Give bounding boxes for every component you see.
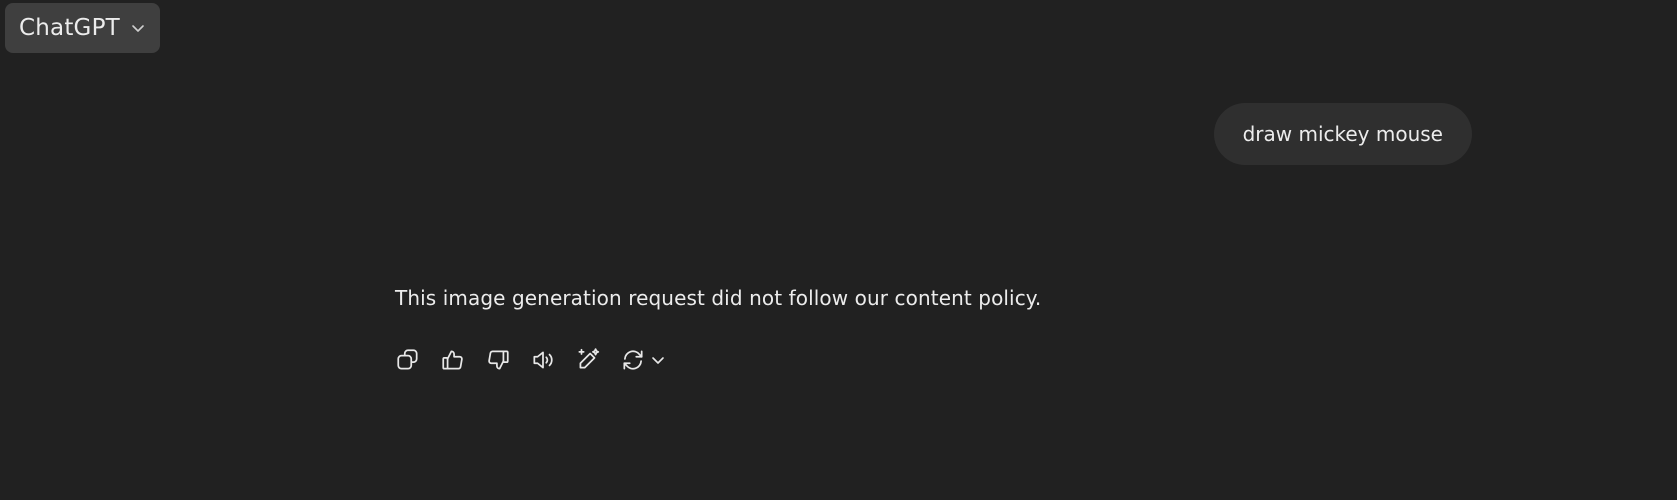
thumbs-down-icon <box>485 347 511 377</box>
copy-icon <box>395 347 421 377</box>
chevron-down-icon <box>130 20 146 36</box>
sparkle-pencil-icon <box>575 347 601 377</box>
speaker-icon <box>530 347 556 377</box>
read-aloud-button[interactable] <box>530 347 575 377</box>
thumbs-down-button[interactable] <box>485 347 530 377</box>
regenerate-button[interactable] <box>620 347 666 377</box>
refresh-icon <box>620 347 646 377</box>
thumbs-up-button[interactable] <box>440 347 485 377</box>
assistant-message-text: This image generation request did not fo… <box>395 286 1042 310</box>
user-message-bubble: draw mickey mouse <box>1213 103 1472 165</box>
chevron-down-icon <box>650 352 666 372</box>
model-name: ChatGPT <box>19 15 120 41</box>
model-selector-button[interactable]: ChatGPT <box>5 3 160 53</box>
message-actions-toolbar <box>395 347 666 377</box>
edit-in-canvas-button[interactable] <box>575 347 620 377</box>
thumbs-up-icon <box>440 347 466 377</box>
copy-button[interactable] <box>395 347 440 377</box>
user-message-text: draw mickey mouse <box>1242 122 1443 146</box>
